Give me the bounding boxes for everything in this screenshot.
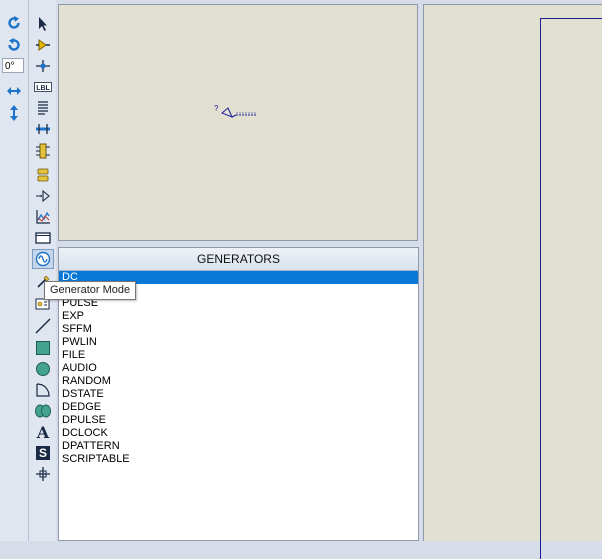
generator-sine-icon[interactable]: [32, 249, 54, 269]
symbol-icon-glyph: S: [36, 446, 50, 460]
symbol-icon[interactable]: S: [32, 443, 54, 463]
line-icon[interactable]: [32, 316, 54, 336]
mirror-horizontal-icon[interactable]: [4, 82, 24, 100]
generator-item-dstate[interactable]: DSTATE: [59, 388, 418, 401]
generator-item-dpattern[interactable]: DPATTERN: [59, 440, 418, 453]
marker-icon[interactable]: [32, 464, 54, 484]
box-icon[interactable]: [32, 338, 54, 358]
bus-icon[interactable]: [32, 119, 54, 139]
circle-icon[interactable]: [32, 359, 54, 379]
sheet-border: [540, 18, 602, 559]
graph-icon[interactable]: [32, 207, 54, 227]
path-icon[interactable]: [32, 401, 54, 421]
generator-item-exp[interactable]: EXP: [59, 310, 418, 323]
generator-item-random[interactable]: RANDOM: [59, 375, 418, 388]
subcircuit-icon[interactable]: [32, 141, 54, 161]
text-a-icon-glyph: A: [36, 422, 50, 442]
generator-item-scriptable[interactable]: SCRIPTABLE: [59, 453, 418, 466]
rotate-clockwise-icon[interactable]: [4, 14, 24, 32]
generators-list[interactable]: DCSINEPULSEEXPSFFMPWLINFILEAUDIORANDOMDS…: [59, 271, 418, 466]
terminal-icon[interactable]: [32, 165, 54, 185]
lbl-icon-text: LBL: [36, 85, 50, 92]
generator-item-file[interactable]: FILE: [59, 349, 418, 362]
tape-icon[interactable]: [32, 228, 54, 248]
mode-toolbar: LBL A S: [29, 0, 56, 541]
lbl-icon[interactable]: LBL: [32, 77, 54, 97]
rotate-anticlockwise-icon[interactable]: [4, 36, 24, 54]
arc-icon[interactable]: [32, 380, 54, 400]
junction-dot-icon[interactable]: [32, 56, 54, 76]
component-icon[interactable]: [32, 35, 54, 55]
cursor-arrow-icon[interactable]: [32, 14, 54, 34]
generator-item-audio[interactable]: AUDIO: [59, 362, 418, 375]
generator-item-dclock[interactable]: DCLOCK: [59, 427, 418, 440]
generator-preview: ?: [214, 104, 256, 118]
generator-item-dedge[interactable]: DEDGE: [59, 401, 418, 414]
generator-item-sffm[interactable]: SFFM: [59, 323, 418, 336]
tooltip: Generator Mode: [44, 281, 137, 300]
text-a-icon[interactable]: A: [32, 422, 54, 442]
generator-item-pwlin[interactable]: PWLIN: [59, 336, 418, 349]
rotation-angle-field[interactable]: 0°: [2, 58, 24, 73]
device-pin-icon[interactable]: [32, 186, 54, 206]
text-script-icon[interactable]: [32, 98, 54, 118]
generator-item-dpulse[interactable]: DPULSE: [59, 414, 418, 427]
editing-window[interactable]: [423, 4, 602, 559]
rotation-toolbar: 0°: [0, 0, 29, 541]
generator-preview-label: ?: [214, 104, 219, 113]
overview-window[interactable]: ?: [58, 4, 418, 241]
mirror-vertical-icon[interactable]: [4, 104, 24, 122]
generators-header: GENERATORS: [59, 248, 418, 271]
